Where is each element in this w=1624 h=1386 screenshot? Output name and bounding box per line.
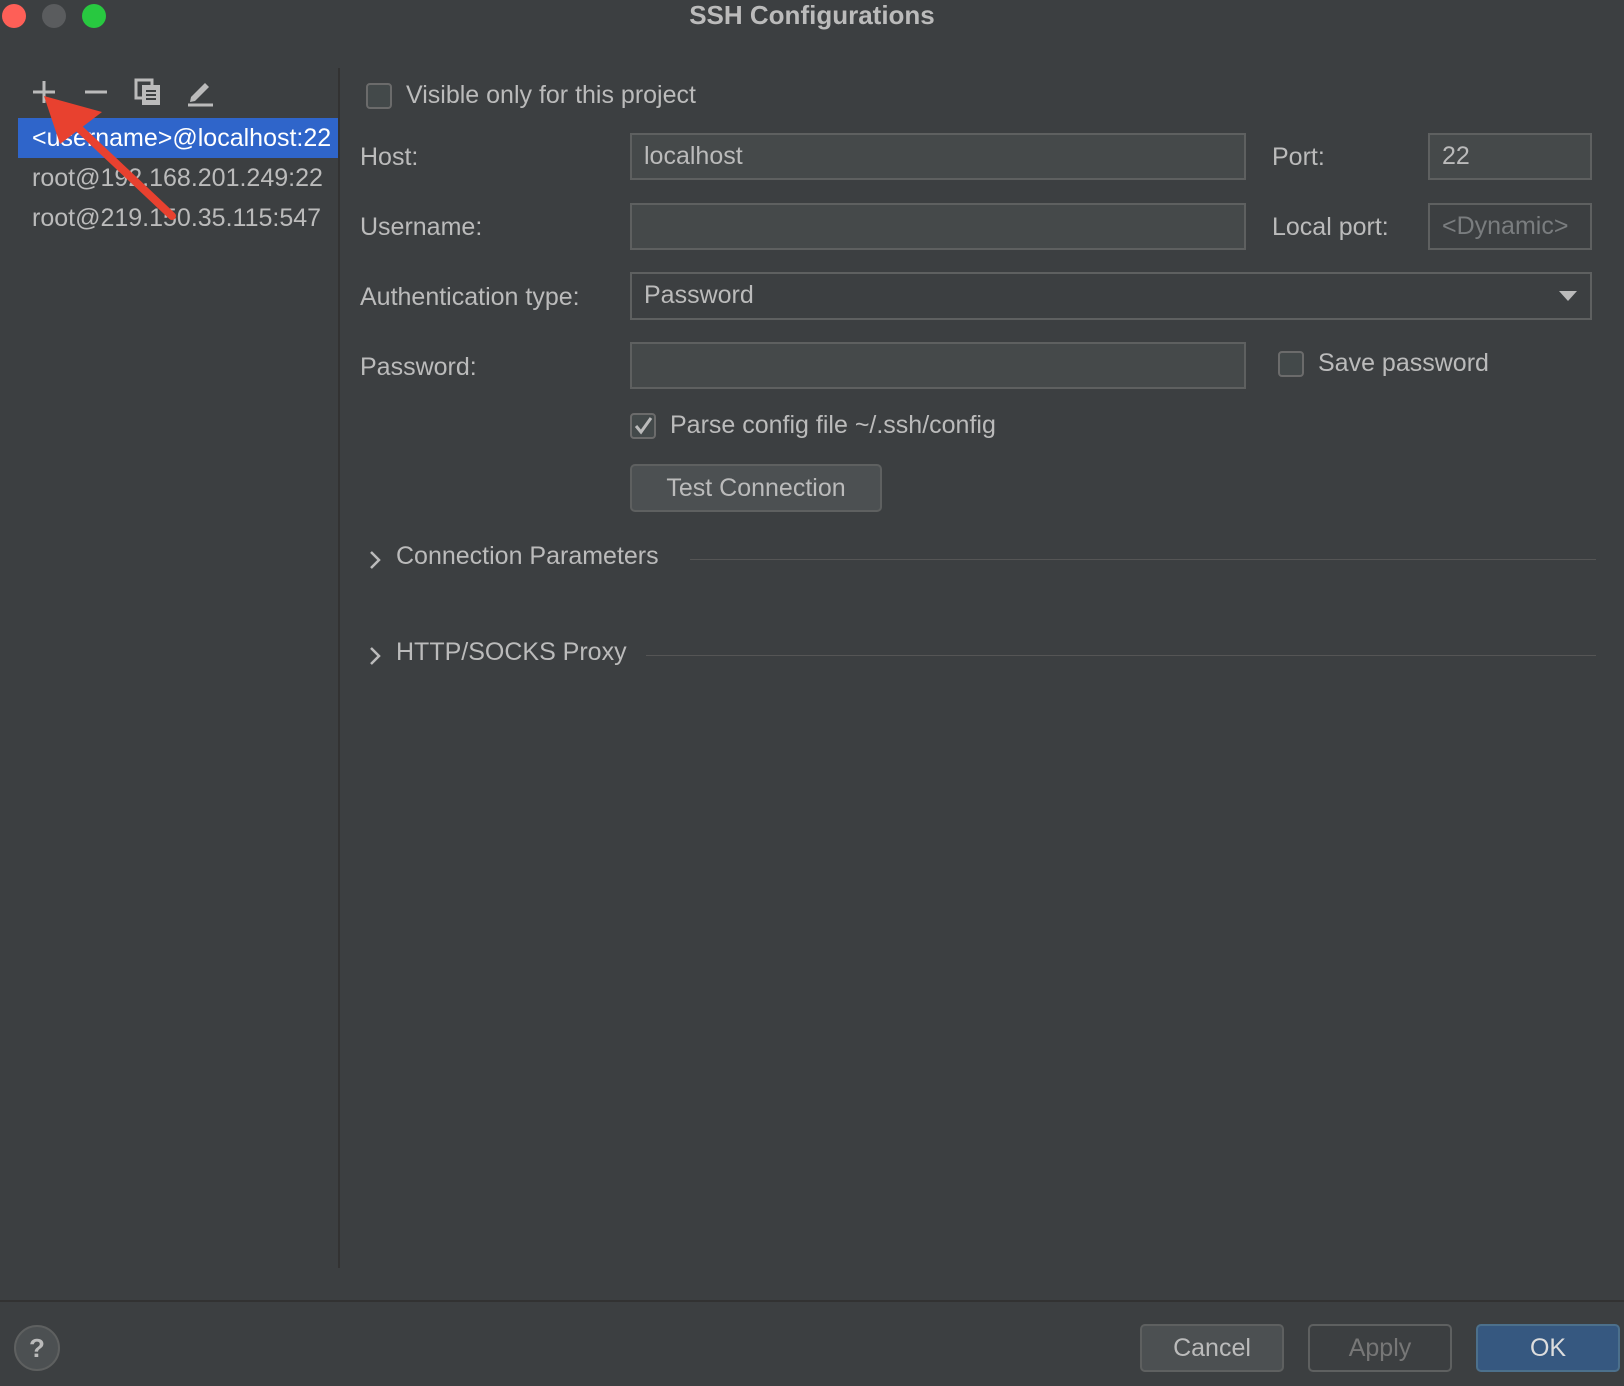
cancel-button[interactable]: Cancel: [1140, 1324, 1284, 1372]
parse-config-checkbox[interactable]: [630, 413, 656, 439]
test-connection-button[interactable]: Test Connection: [630, 464, 882, 512]
apply-button[interactable]: Apply: [1308, 1324, 1452, 1372]
footer-divider: [0, 1300, 1624, 1302]
visible-only-checkbox[interactable]: [366, 83, 392, 109]
help-icon: ?: [29, 1333, 45, 1363]
username-label: Username:: [360, 213, 483, 241]
local-port-input[interactable]: [1428, 203, 1592, 250]
local-port-label: Local port:: [1272, 213, 1389, 241]
auth-type-select[interactable]: Password: [630, 272, 1592, 320]
parse-config-label: Parse config file ~/.ssh/config: [670, 411, 996, 439]
window-title: SSH Configurations: [689, 0, 935, 30]
save-password-checkbox[interactable]: [1278, 351, 1304, 377]
annotation-arrow: [44, 96, 176, 220]
chevron-right-icon: [370, 551, 381, 569]
proxy-section[interactable]: HTTP/SOCKS Proxy: [366, 638, 1596, 674]
panel-splitter[interactable]: [338, 68, 340, 1268]
auth-type-value: Password: [644, 281, 754, 309]
host-label: Host:: [360, 143, 419, 171]
section-divider: [646, 655, 1596, 656]
visible-only-label: Visible only for this project: [406, 81, 696, 109]
username-input[interactable]: [630, 203, 1246, 250]
host-input[interactable]: [630, 133, 1246, 180]
port-label: Port:: [1272, 143, 1325, 171]
connection-parameters-label: Connection Parameters: [396, 542, 659, 570]
proxy-label: HTTP/SOCKS Proxy: [396, 638, 627, 666]
checkmark-icon: [634, 417, 653, 435]
password-label: Password:: [360, 353, 477, 381]
chevron-right-icon: [370, 647, 381, 665]
section-divider: [690, 559, 1596, 560]
chevron-down-icon: [1559, 291, 1577, 301]
connection-parameters-section[interactable]: Connection Parameters: [366, 542, 1596, 578]
save-password-label: Save password: [1318, 349, 1489, 377]
auth-type-label: Authentication type:: [360, 283, 580, 311]
configurations-list: [0, 68, 338, 1268]
password-input[interactable]: [630, 342, 1246, 389]
ok-button[interactable]: OK: [1476, 1324, 1620, 1372]
help-button[interactable]: ?: [14, 1325, 60, 1371]
port-input[interactable]: [1428, 133, 1592, 180]
